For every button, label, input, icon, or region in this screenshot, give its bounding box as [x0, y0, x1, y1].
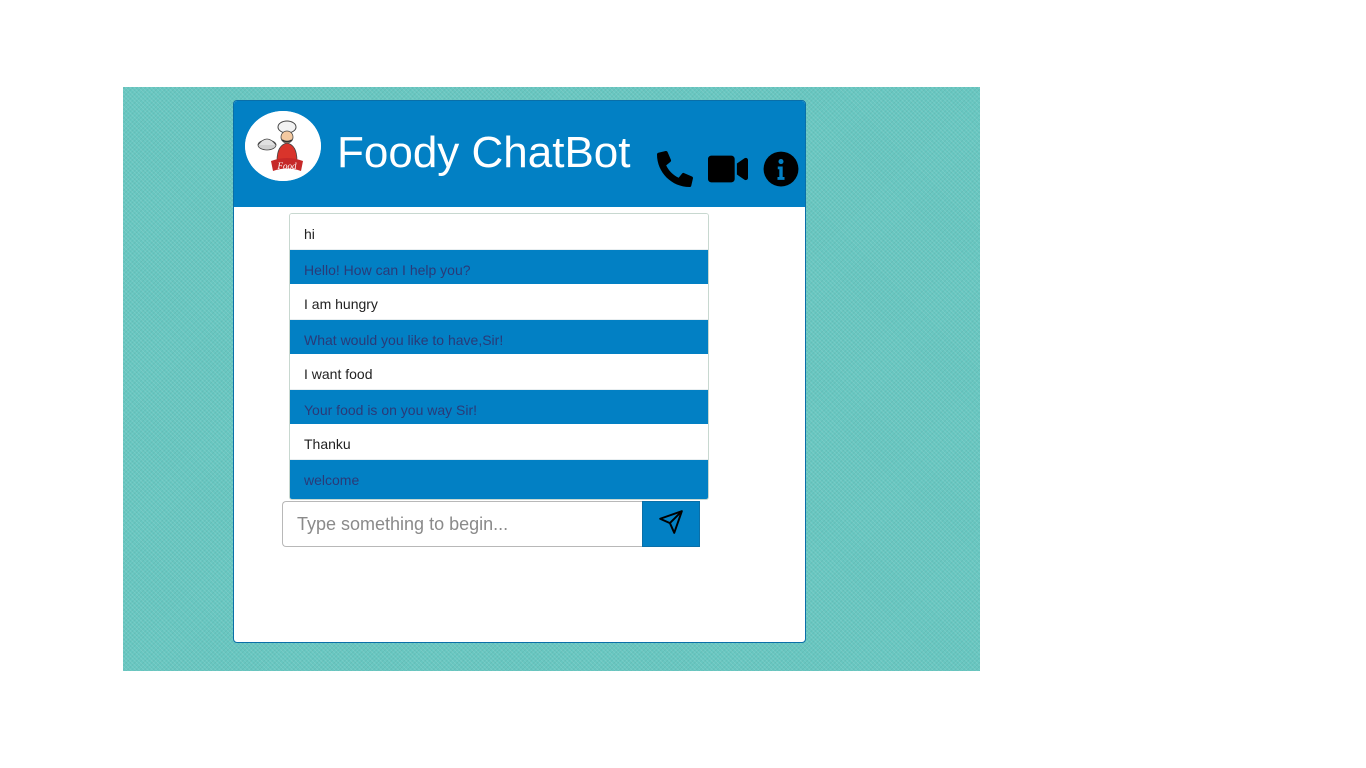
user-message: I want food [290, 354, 708, 389]
info-icon[interactable] [763, 151, 799, 187]
message-input[interactable] [282, 501, 643, 547]
user-message: hi [290, 214, 708, 249]
video-camera-icon[interactable] [708, 151, 748, 187]
paper-plane-icon [658, 509, 684, 540]
svg-text:Food: Food [277, 161, 297, 171]
bot-message: What would you like to have,Sir! [290, 319, 708, 354]
user-message: Thanku [290, 424, 708, 459]
user-message: I am hungry [290, 284, 708, 319]
chef-logo-icon: Food [245, 111, 321, 181]
bot-message: welcome [290, 459, 708, 499]
header-title: Foody ChatBot [337, 128, 631, 177]
message-list: hi Hello! How can I help you? I am hungr… [289, 213, 709, 500]
bot-message: Your food is on you way Sir! [290, 389, 708, 424]
phone-icon[interactable] [657, 150, 694, 187]
send-button[interactable] [642, 501, 700, 547]
composer [282, 501, 702, 547]
chat-window: Food Foody ChatBot hi Hello! How can I h… [233, 100, 806, 643]
bot-message: Hello! How can I help you? [290, 249, 708, 284]
chat-header: Food Foody ChatBot [234, 101, 805, 207]
